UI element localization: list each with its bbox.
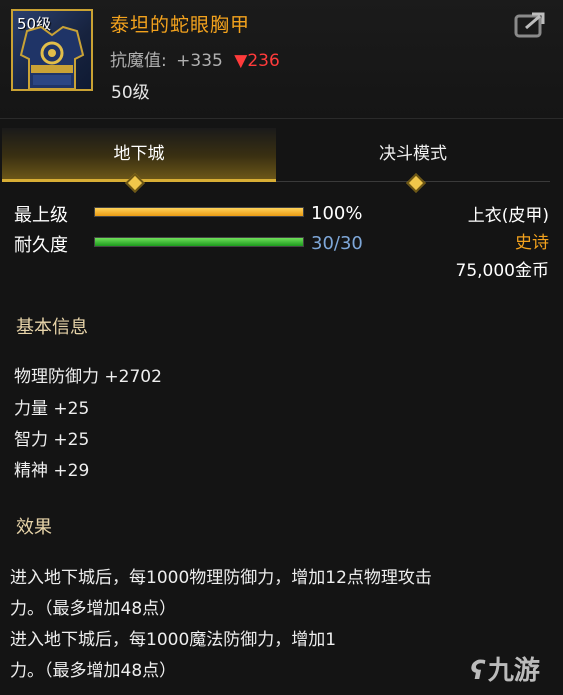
basic-info-title: 基本信息 [16,317,88,338]
watermark-text: 九游 [487,656,540,686]
stat-line: 力量 +25 [14,399,90,419]
tab-duel-mode[interactable]: 决斗模式 [276,128,550,182]
price: 75,000金币 [455,261,549,281]
equipment-slot: 上衣(皮甲) [467,206,549,226]
tab-dungeon[interactable]: 地下城 [2,128,276,182]
durability-bar-fill [95,238,303,246]
rarity: 史诗 [515,233,549,253]
effect-line: 进入地下城后，每1000魔法防御力，增加1 [10,630,337,650]
armor-icon [19,25,85,89]
watermark: ʕ 九游 [470,650,540,687]
share-icon [514,12,545,38]
stat-line: 精神 +29 [14,461,90,481]
item-name: 泰坦的蛇眼胸甲 [110,14,251,36]
share-button[interactable] [514,12,546,38]
watermark-logo-icon: ʕ [470,656,485,686]
durability-label: 耐久度 [14,235,68,256]
item-icon[interactable]: 50级 [11,9,93,91]
max-level-bar [94,207,304,217]
stat-line: 智力 +25 [14,430,90,450]
item-header: 50级 泰坦的蛇眼胸甲 抗魔值: +335 ▼236 50级 [0,0,563,119]
max-level-bar-fill [95,208,303,216]
durability-bar [94,237,304,247]
magic-resist-value: +335 [176,51,223,71]
magic-resist-row: 抗魔值: +335 ▼236 [110,46,280,71]
magic-resist-compare: ▼236 [234,51,280,71]
durability-value: 30/30 [311,233,363,254]
magic-resist-label: 抗魔值: [110,51,167,71]
effect-line: 力。（最多增加48点） [10,599,177,619]
mode-tabs: 地下城 决斗模式 [0,128,563,182]
required-level: 50级 [111,83,150,103]
stat-line: 物理防御力 +2702 [14,367,162,387]
effect-line: 进入地下城后，每1000物理防御力，增加12点物理攻击 [10,568,432,588]
max-level-label: 最上级 [14,205,68,226]
effect-line: 力。（最多增加48点） [10,661,177,681]
effect-title: 效果 [16,517,52,538]
max-level-value: 100% [311,203,363,224]
